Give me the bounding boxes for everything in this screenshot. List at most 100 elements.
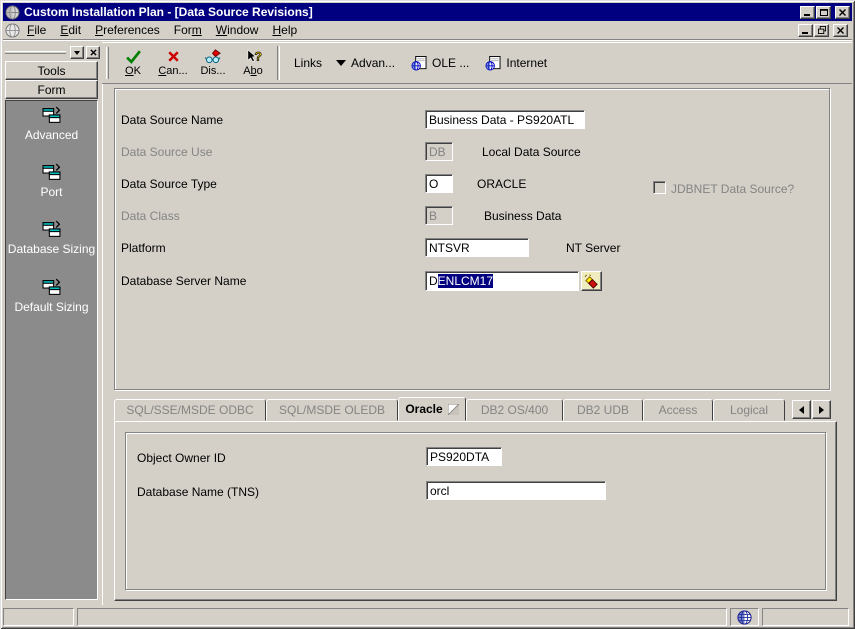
menu-bar: File Edit Preferences Form Window Help (3, 21, 852, 40)
minimize-icon (803, 13, 810, 16)
form-client-area: Data Source Name Data Source Use Local D… (102, 84, 852, 605)
selected-text: ENLCM17 (437, 274, 494, 288)
arrow-left-icon (799, 405, 804, 414)
data-source-name-input[interactable] (425, 110, 585, 129)
internet-doc-globe-icon (485, 55, 501, 71)
menu-window[interactable]: Window (209, 21, 266, 39)
database-name-tns-input[interactable] (426, 481, 606, 500)
menu-edit[interactable]: Edit (53, 21, 88, 39)
ok-button[interactable]: OK (113, 44, 153, 82)
close-button[interactable] (835, 5, 850, 19)
tab-sql-sse-msde-odbc[interactable]: SQL/SSE/MSDE ODBC (114, 399, 266, 421)
minimize-icon (801, 31, 808, 34)
tab-sql-msde-oledb[interactable]: SQL/MSDE OLEDB (266, 399, 398, 421)
sidebar-close-button[interactable] (86, 46, 100, 59)
sidebar-item-port[interactable]: Port (6, 163, 97, 200)
tab-db2-os400[interactable]: DB2 OS/400 (466, 399, 563, 421)
menu-file[interactable]: File (20, 21, 53, 39)
cancel-x-icon (167, 51, 179, 62)
app-globe-icon (5, 4, 20, 20)
maximize-button[interactable] (816, 5, 831, 19)
cascade-windows-icon (42, 220, 60, 237)
data-class-input (425, 206, 453, 225)
cancel-button[interactable]: Can... (153, 44, 193, 82)
arrow-right-icon (819, 405, 824, 414)
mdi-close-button[interactable] (833, 23, 848, 37)
data-source-type-label: Data Source Type (121, 177, 217, 191)
data-source-type-desc: ORACLE (477, 177, 527, 191)
data-source-type-input[interactable] (425, 174, 453, 193)
database-server-name-label: Database Server Name (121, 274, 247, 288)
display-errors-button[interactable]: Dis... (193, 44, 233, 82)
menu-form[interactable]: Form (167, 21, 209, 39)
sidebar-panel: Advanced Port Database Sizing Default Si… (5, 100, 98, 600)
platform-desc: NT Server (566, 241, 621, 255)
status-panel-right (762, 608, 849, 626)
object-owner-id-input[interactable] (426, 447, 502, 466)
data-class-desc: Business Data (484, 209, 562, 223)
tab-scroll-right-button[interactable] (812, 400, 831, 419)
tab-db2-udb[interactable]: DB2 UDB (563, 399, 643, 421)
tab-logical[interactable]: Logical (713, 399, 785, 421)
sidebar-header (5, 45, 100, 60)
status-globe-icon (737, 609, 752, 625)
status-panel-main (77, 608, 727, 626)
sidebar-item-advanced[interactable]: Advanced (6, 106, 97, 143)
advanced-dropdown[interactable]: Advan... (336, 56, 395, 70)
visual-assist-button[interactable] (581, 271, 602, 291)
menu-preferences[interactable]: Preferences (88, 21, 167, 39)
minimize-button[interactable] (800, 5, 815, 19)
mdi-restore-button[interactable] (814, 23, 829, 37)
title-bar: Custom Installation Plan - [Data Source … (3, 3, 852, 21)
chevron-down-icon (74, 50, 80, 55)
chevron-down-icon (336, 60, 347, 66)
oracle-tab-panel: Object Owner ID Database Name (TNS) (114, 421, 837, 601)
mdi-child-globe-icon (5, 22, 20, 38)
ole-doc-globe-icon (411, 55, 427, 71)
tab-scroll-left-button[interactable] (792, 400, 811, 419)
close-icon (89, 49, 97, 56)
jdbnet-checkbox[interactable] (653, 181, 666, 194)
sidebar-tab-tools[interactable]: Tools (5, 61, 98, 80)
data-source-use-desc: Local Data Source (482, 145, 581, 159)
object-owner-id-label: Object Owner ID (137, 451, 226, 465)
sidebar-tab-form[interactable]: Form (5, 80, 98, 99)
platform-input[interactable] (425, 238, 529, 257)
app-window: Custom Installation Plan - [Data Source … (0, 0, 855, 629)
svg-text:?: ? (254, 49, 261, 63)
data-source-name-label: Data Source Name (121, 113, 224, 127)
status-bar (3, 606, 852, 627)
help-cursor-icon: ? (247, 49, 262, 64)
internet-button[interactable]: Internet (485, 55, 547, 71)
glasses-flag-icon (204, 49, 221, 64)
sidebar-dropdown-button[interactable] (70, 46, 84, 59)
data-source-use-label: Data Source Use (121, 145, 213, 159)
sidebar-item-default-sizing[interactable]: Default Sizing (6, 278, 97, 315)
maximize-icon (819, 8, 828, 16)
links-label[interactable]: Links (294, 56, 322, 70)
tab-access[interactable]: Access (643, 399, 713, 421)
close-icon (836, 26, 844, 34)
database-server-name-input[interactable]: D ENLCM17 (425, 271, 579, 291)
jdbnet-checkbox-label: JDBNET Data Source? (671, 182, 795, 196)
mdi-minimize-button[interactable] (798, 23, 813, 37)
cascade-windows-icon (42, 278, 60, 295)
data-class-label: Data Class (121, 209, 180, 223)
database-name-tns-label: Database Name (TNS) (137, 485, 260, 499)
platform-label: Platform (121, 241, 166, 255)
sidebar-item-database-sizing[interactable]: Database Sizing (6, 220, 97, 257)
toolbar-grip[interactable] (106, 47, 109, 79)
ole-button[interactable]: OLE ... (411, 55, 469, 71)
toolbar: OK Can... Dis... ? Abo Links Advan... OL… (102, 42, 852, 84)
cascade-windows-icon (42, 163, 60, 180)
about-button[interactable]: ? Abo (233, 44, 273, 82)
flashlight-icon (584, 273, 598, 289)
window-title: Custom Installation Plan - [Data Source … (24, 5, 313, 19)
data-source-use-input (425, 142, 453, 161)
close-icon (838, 8, 846, 16)
restore-icon (817, 26, 826, 34)
menu-help[interactable]: Help (265, 21, 304, 39)
sidebar-grip[interactable] (5, 51, 66, 54)
status-panel-globe (730, 608, 759, 626)
tab-oracle[interactable]: Oracle (398, 397, 466, 421)
